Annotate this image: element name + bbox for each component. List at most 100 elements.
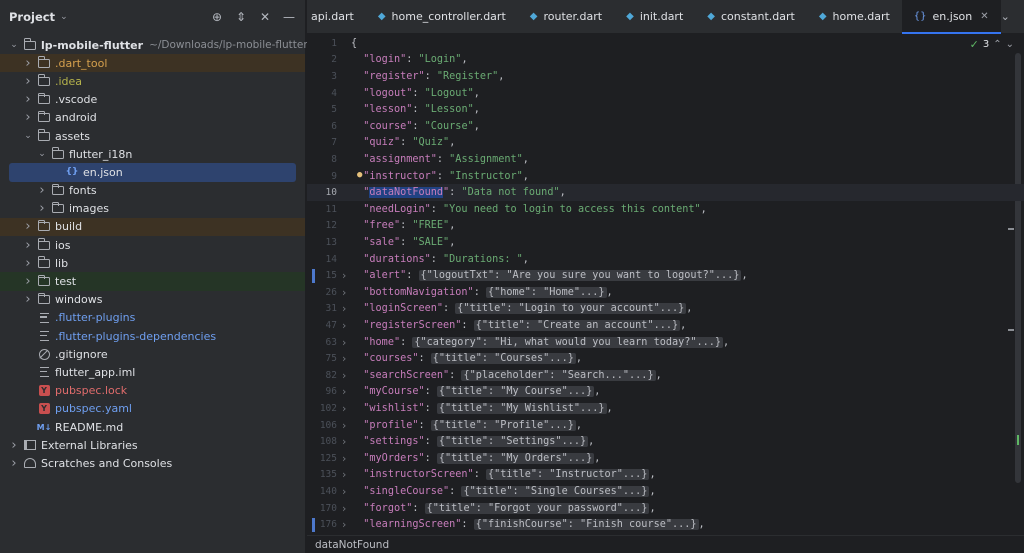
tree-item[interactable]: › .idea xyxy=(0,72,305,90)
folded-region[interactable]: {"category": "Hi, what would you learn t… xyxy=(412,336,724,348)
close-icon[interactable]: ✕ xyxy=(257,9,273,25)
code-text: "logout": "Logout", xyxy=(363,87,480,99)
line-number: 13 xyxy=(325,236,337,248)
chevron-right-icon[interactable]: › xyxy=(22,74,34,89)
chevron-right-icon[interactable]: › xyxy=(22,56,34,71)
chevron-right-icon[interactable]: › xyxy=(22,256,34,271)
fold-chevron-icon[interactable]: › xyxy=(337,369,351,382)
chevron-right-icon[interactable]: › xyxy=(36,201,48,216)
tree-item[interactable]: ›M↓README.md xyxy=(0,418,305,436)
folded-region[interactable]: {"title": "Forgot your password"...} xyxy=(424,502,650,514)
folded-region[interactable]: {"title": "Settings"...} xyxy=(436,436,589,448)
fold-chevron-icon[interactable]: › xyxy=(337,502,351,515)
folded-region[interactable]: {"title": "Instructor"...} xyxy=(485,469,650,481)
fold-chevron-icon[interactable]: › xyxy=(337,336,351,349)
folded-region[interactable]: {"title": "Courses"...} xyxy=(430,353,576,365)
tree-item[interactable]: ›.flutter-plugins-dependencies xyxy=(0,327,305,345)
chevron-right-icon[interactable]: › xyxy=(8,438,20,453)
tab-init-dart[interactable]: ◆ init.dart xyxy=(614,0,695,33)
code-line: 31 › "loginScreen": {"title": "Login to y… xyxy=(307,301,1024,318)
tree-item[interactable]: › .vscode xyxy=(0,91,305,109)
folded-region[interactable]: {"title": "My Orders"...} xyxy=(436,452,595,464)
fold-chevron-icon[interactable]: › xyxy=(337,452,351,465)
tree-item[interactable]: › android xyxy=(0,109,305,127)
fold-chevron-icon[interactable]: › xyxy=(337,352,351,365)
locate-file-icon[interactable]: ⊕ xyxy=(209,9,225,25)
tree-item[interactable]: ›Ypubspec.lock xyxy=(0,382,305,400)
vcs-change-marker[interactable] xyxy=(312,517,315,532)
chevron-right-icon[interactable]: › xyxy=(22,110,34,125)
tab-router-dart[interactable]: ◆ router.dart xyxy=(518,0,614,33)
tree-item[interactable]: ›Ypubspec.yaml xyxy=(0,400,305,418)
folded-region[interactable]: {"logoutTxt": "Are you sure you want to … xyxy=(418,270,742,282)
folded-region[interactable]: {"title": "Profile"...} xyxy=(430,419,576,431)
chevron-right-icon[interactable]: › xyxy=(22,274,34,289)
fold-chevron-icon[interactable]: › xyxy=(337,385,351,398)
folded-region[interactable]: {"title": "Create an account"...} xyxy=(473,319,681,331)
breadcrumb[interactable]: dataNotFound xyxy=(315,539,389,551)
folded-region[interactable]: {"placeholder": "Search..."...} xyxy=(461,369,656,381)
tree-item[interactable]: › build xyxy=(0,217,305,237)
json-key: "instructorScreen" xyxy=(363,469,474,481)
folded-region[interactable]: {"title": "Login to your account"...} xyxy=(455,303,687,315)
fold-chevron-icon[interactable]: › xyxy=(337,302,351,315)
tree-item[interactable]: ⌄ flutter_i18n xyxy=(0,145,305,163)
folded-region[interactable]: {"finishCourse": "Finish course"...} xyxy=(473,519,699,531)
tree-item[interactable]: › External Libraries xyxy=(0,436,305,454)
tab-constant-dart[interactable]: ◆ constant.dart xyxy=(695,0,807,33)
expand-collapse-icon[interactable]: ⇕ xyxy=(233,9,249,25)
chevron-right-icon[interactable]: › xyxy=(36,183,48,198)
tree-item[interactable]: › fonts xyxy=(0,182,305,200)
chevron-down-icon[interactable]: ⌄ xyxy=(36,149,48,159)
tree-item[interactable]: › images xyxy=(0,200,305,218)
tree-item[interactable]: ›flutter_app.iml xyxy=(0,363,305,381)
tree-item[interactable]: ›{}en.json xyxy=(9,163,296,182)
fold-chevron-icon[interactable]: › xyxy=(337,419,351,432)
folded-region[interactable]: {"title": "My Wishlist"...} xyxy=(436,402,607,414)
tree-item[interactable]: › Scratches and Consoles xyxy=(0,454,305,472)
fold-chevron-icon[interactable]: › xyxy=(337,286,351,299)
close-icon[interactable]: ✕ xyxy=(980,11,988,22)
tab-api-dart[interactable]: api.dart xyxy=(307,0,366,33)
chevron-right-icon[interactable]: › xyxy=(22,92,34,107)
folded-region[interactable]: {"title": "Single Courses"...} xyxy=(461,485,650,497)
tree-item[interactable]: › ios xyxy=(0,236,305,254)
code-editor[interactable]: ✓ 3 ⌃ ⌄ 1{2 "login": "Login", 3 "register… xyxy=(307,35,1024,535)
tree-item[interactable]: › windows xyxy=(0,291,305,309)
chevron-right-icon[interactable]: › xyxy=(22,219,34,234)
vcs-change-marker[interactable] xyxy=(312,268,315,283)
more-icon[interactable]: ⋮ xyxy=(1020,10,1024,23)
chevron-right-icon[interactable]: › xyxy=(22,238,34,253)
fold-chevron-icon[interactable]: › xyxy=(337,319,351,332)
fold-chevron-icon[interactable]: › xyxy=(337,269,351,282)
tree-item[interactable]: › lib xyxy=(0,254,305,272)
fold-chevron-icon[interactable]: › xyxy=(337,468,351,481)
code-line: 125 › "myOrders": {"title": "My Orders"..… xyxy=(307,450,1024,467)
json-value: "Assignment" xyxy=(449,153,523,165)
chevron-down-icon[interactable]: ⌄ xyxy=(22,131,34,141)
code-text: "free": "FREE", xyxy=(363,220,456,232)
tree-item[interactable]: › .dart_tool xyxy=(0,54,305,73)
tab-home-controller-dart[interactable]: ◆ home_controller.dart xyxy=(366,0,518,33)
fold-chevron-icon[interactable]: › xyxy=(337,485,351,498)
tree-item[interactable]: ›.gitignore xyxy=(0,345,305,363)
lightbulb-icon[interactable]: ● xyxy=(357,170,362,180)
tree-item[interactable]: ›.flutter-plugins xyxy=(0,309,305,327)
chevron-down-icon[interactable]: ⌄ xyxy=(8,40,20,50)
project-panel-title[interactable]: Project xyxy=(9,10,55,24)
chevron-down-icon[interactable]: ⌄ xyxy=(1001,10,1010,23)
chevron-down-icon[interactable]: ⌄ xyxy=(60,12,68,22)
tree-item[interactable]: ⌄ lp-mobile-flutter ~/Downloads/lp-mobile-… xyxy=(0,36,308,54)
tree-item[interactable]: › test xyxy=(0,272,305,291)
hide-panel-icon[interactable]: — xyxy=(281,9,297,25)
fold-chevron-icon[interactable]: › xyxy=(337,435,351,448)
fold-chevron-icon[interactable]: › xyxy=(337,518,351,531)
tree-item[interactable]: ⌄ assets xyxy=(0,127,305,145)
tab-en-json[interactable]: {} en.json ✕ xyxy=(901,0,1001,34)
fold-chevron-icon[interactable]: › xyxy=(337,402,351,415)
chevron-right-icon[interactable]: › xyxy=(8,456,20,471)
folded-region[interactable]: {"home": "Home"...} xyxy=(485,286,607,298)
folded-region[interactable]: {"title": "My Course"...} xyxy=(436,386,595,398)
tab-home-dart[interactable]: ◆ home.dart xyxy=(807,0,902,33)
chevron-right-icon[interactable]: › xyxy=(22,292,34,307)
